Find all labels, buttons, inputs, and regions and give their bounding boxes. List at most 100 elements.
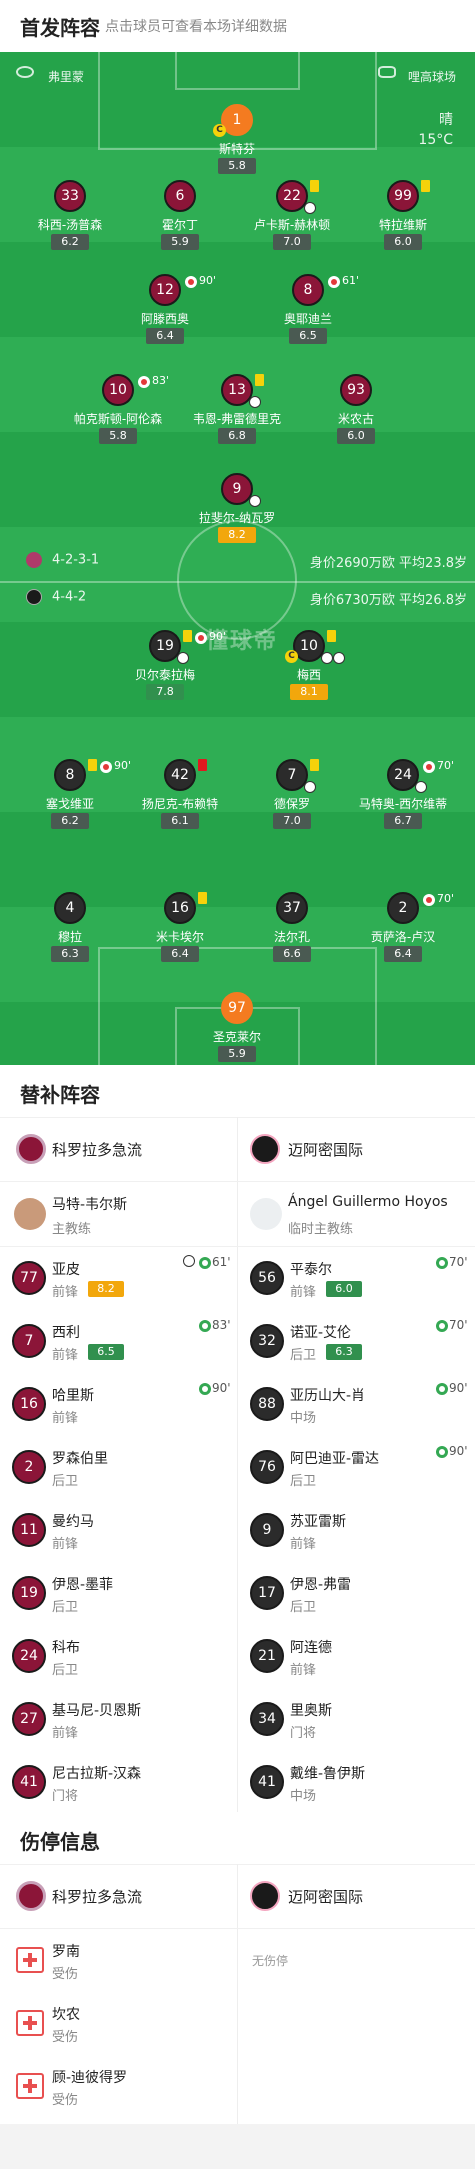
player-name: 梅西 <box>296 668 321 682</box>
home-crest-icon <box>16 1134 46 1164</box>
player-away[interactable]: 8 90' 塞戈维亚 6.2 <box>10 759 131 839</box>
injuries-away-team[interactable]: 迈阿密国际 <box>238 1864 475 1928</box>
sub-player-home[interactable]: 16 哈里斯 前锋 90' <box>0 1373 237 1436</box>
top-goal-box <box>175 52 300 90</box>
home-coach[interactable]: 马特-韦尔斯 主教练 <box>0 1182 237 1246</box>
player-rating: 7.0 <box>273 813 311 829</box>
sub-time: 70' <box>437 892 455 905</box>
lineup-subtitle: 点击球员可查看本场详细数据 <box>105 19 287 35</box>
player-rating: 6.8 <box>218 428 256 444</box>
away-crest-icon <box>250 1134 280 1164</box>
player-rating: 6.4 <box>146 328 184 344</box>
player-rating: 8.1 <box>290 684 328 700</box>
player-name: 伊恩-墨菲 <box>52 1577 114 1593</box>
yellow-card-icon <box>327 630 336 642</box>
player-home-gk[interactable]: 1 C 斯特芬 5.8 <box>177 104 297 184</box>
sub-player-home[interactable]: 77 亚皮 前锋 8.2 61' <box>0 1247 237 1310</box>
sub-time: 90' <box>449 1381 468 1395</box>
player-number: 77 <box>12 1261 46 1295</box>
player-name: 霍尔丁 <box>161 218 198 232</box>
player-home[interactable]: 13 韦恩-弗雷德里克 6.8 <box>177 374 297 454</box>
ball-icon <box>249 495 261 507</box>
player-home[interactable]: 12 90' 阿滕西奥 6.4 <box>105 274 225 354</box>
player-home[interactable]: 10 83' 帕克斯顿-阿伦森 5.8 <box>58 374 178 454</box>
player-away[interactable]: 24 70' 马特奥-西尔维蒂 6.7 <box>343 759 463 839</box>
player-number: 9 <box>250 1513 284 1547</box>
player-number: 42 <box>164 759 196 791</box>
player-rating: 5.8 <box>218 158 256 174</box>
player-position: 前锋 <box>290 1285 317 1300</box>
sub-in-icon <box>199 1320 211 1332</box>
away-crest-icon <box>250 1881 280 1911</box>
player-name: 罗南 <box>52 1944 80 1960</box>
away-crest-icon <box>26 589 42 605</box>
player-position: 后卫 <box>290 1600 317 1615</box>
player-home[interactable]: 9 拉斐尔-纳瓦罗 8.2 <box>177 473 297 553</box>
player-away-gk[interactable]: 97 圣克莱尔 5.9 <box>177 992 297 1065</box>
player-rating: 6.0 <box>326 1281 362 1297</box>
sub-player-away[interactable]: 17 伊恩-弗雷 后卫 <box>238 1562 475 1625</box>
player-away[interactable]: 42 扬尼克-布赖特 6.1 <box>120 759 240 839</box>
injured-player[interactable]: 坎农 受伤 <box>0 1992 237 2055</box>
sub-in-icon <box>199 1383 211 1395</box>
player-home[interactable]: 99 特拉维斯 6.0 <box>343 180 463 260</box>
player-home[interactable]: 93 米农古 6.0 <box>296 374 416 454</box>
player-away[interactable]: 19 90' 贝尔泰拉梅 7.8 <box>105 630 226 710</box>
sub-player-home[interactable]: 11 曼约马 前锋 <box>0 1499 237 1562</box>
yellow-card-icon <box>198 892 207 904</box>
ball-icon <box>177 652 189 664</box>
player-home[interactable]: 33 科西-汤普森 6.2 <box>10 180 130 260</box>
sub-in-icon <box>436 1446 448 1458</box>
injured-player[interactable]: 罗南 受伤 <box>0 1929 237 1992</box>
sub-player-home[interactable]: 7 西利 前锋 6.5 83' <box>0 1310 237 1373</box>
player-number: 33 <box>54 180 86 212</box>
player-name: 马特奥-西尔维蒂 <box>358 797 448 811</box>
injury-status: 受伤 <box>52 1967 79 1982</box>
player-away[interactable]: 2 70' 贡萨洛-卢汉 6.4 <box>343 892 463 972</box>
player-number: 17 <box>250 1576 284 1610</box>
ball-icon <box>321 652 333 664</box>
away-formation: 4-4-2 <box>26 589 86 605</box>
injury-status: 受伤 <box>52 2093 79 2108</box>
player-name: 塞戈维亚 <box>45 797 94 811</box>
player-home[interactable]: 6 霍尔丁 5.9 <box>120 180 240 260</box>
sub-player-away[interactable]: 88 亚历山大-肖 中场 90' <box>238 1373 475 1436</box>
player-name: 戴维-鲁伊斯 <box>290 1766 366 1782</box>
sub-player-away[interactable]: 76 阿巴迪亚-雷达 后卫 90' <box>238 1436 475 1499</box>
player-rating: 8.2 <box>88 1281 124 1297</box>
player-away[interactable]: 4 穆拉 6.3 <box>10 892 130 972</box>
player-rating: 5.9 <box>161 234 199 250</box>
sub-time: 90' <box>199 274 217 287</box>
player-name: 哈里斯 <box>52 1388 94 1404</box>
player-away[interactable]: 7 德保罗 7.0 <box>232 759 352 839</box>
sub-player-away[interactable]: 34 里奥斯 门将 <box>238 1688 475 1751</box>
away-coach[interactable]: Ángel Guillermo Hoyos 临时主教练 <box>238 1182 475 1246</box>
player-away[interactable]: 37 法尔孔 6.6 <box>232 892 352 972</box>
subs-away-team[interactable]: 迈阿密国际 <box>238 1117 475 1181</box>
player-position: 前锋 <box>52 1726 79 1741</box>
player-home[interactable]: 22 卢卡斯-赫林顿 7.0 <box>232 180 352 260</box>
sub-player-home[interactable]: 41 尼古拉斯-汉森 门将 <box>0 1751 237 1814</box>
sub-player-home[interactable]: 2 罗森伯里 后卫 <box>0 1436 237 1499</box>
player-position: 门将 <box>52 1789 79 1804</box>
sub-player-away[interactable]: 41 戴维-鲁伊斯 中场 <box>238 1751 475 1814</box>
injured-player[interactable]: 顾-迪彼得罗 受伤 <box>0 2055 237 2118</box>
sub-player-away[interactable]: 9 苏亚雷斯 前锋 <box>238 1499 475 1562</box>
player-away[interactable]: 16 米卡埃尔 6.4 <box>120 892 240 972</box>
subs-home-team[interactable]: 科罗拉多急流 <box>0 1117 237 1181</box>
sub-player-away[interactable]: 56 平泰尔 前锋 6.0 70' <box>238 1247 475 1310</box>
yellow-card-icon <box>310 759 319 771</box>
sub-player-home[interactable]: 24 科布 后卫 <box>0 1625 237 1688</box>
player-name: 拉斐尔-纳瓦罗 <box>198 511 276 525</box>
sub-player-away[interactable]: 21 阿连德 前锋 <box>238 1625 475 1688</box>
injuries-home-team[interactable]: 科罗拉多急流 <box>0 1864 237 1928</box>
red-card-icon <box>198 759 207 771</box>
sub-player-home[interactable]: 19 伊恩-墨菲 后卫 <box>0 1562 237 1625</box>
sub-player-home[interactable]: 27 基马尼-贝恩斯 前锋 <box>0 1688 237 1751</box>
player-home[interactable]: 8 61' 奥耶迪兰 6.5 <box>248 274 368 354</box>
team-name: 迈阿密国际 <box>288 1141 364 1159</box>
player-away[interactable]: 10 C 梅西 8.1 <box>249 630 369 710</box>
player-name: 科西-汤普森 <box>37 218 103 232</box>
sub-player-away[interactable]: 32 诺亚-艾伦 后卫 6.3 70' <box>238 1310 475 1373</box>
player-name: 米卡埃尔 <box>155 930 204 944</box>
